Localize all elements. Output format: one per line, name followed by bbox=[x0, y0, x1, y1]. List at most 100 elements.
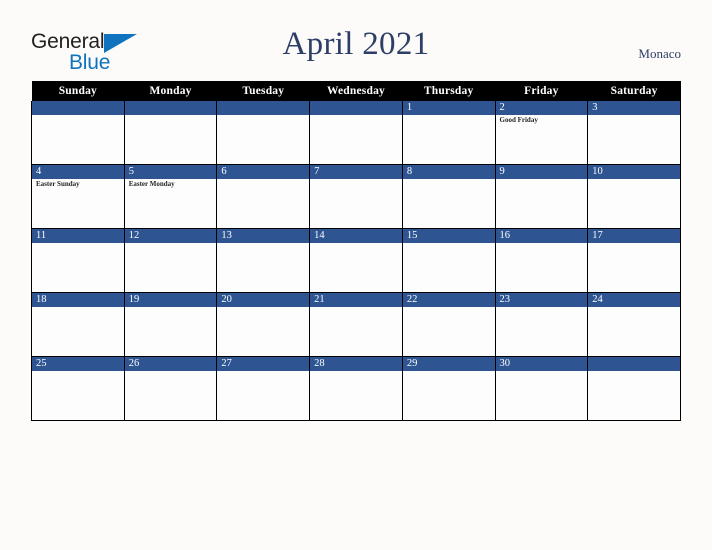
day-events bbox=[32, 115, 124, 116]
calendar-day-cell[interactable] bbox=[123, 101, 218, 165]
day-number: 8 bbox=[402, 165, 495, 179]
day-number: 14 bbox=[310, 229, 402, 243]
day-events bbox=[496, 371, 588, 372]
day-events bbox=[310, 243, 402, 244]
calendar-day-cell[interactable]: 15 bbox=[401, 228, 496, 293]
day-number: 12 bbox=[124, 229, 217, 243]
day-number: 1 bbox=[402, 101, 495, 115]
calendar-week-row: 1 2 Good Friday 3 bbox=[31, 101, 681, 165]
day-number: 28 bbox=[310, 357, 402, 371]
calendar-day-cell[interactable]: 27 bbox=[216, 356, 311, 421]
calendar-day-cell[interactable]: 23 bbox=[494, 292, 589, 357]
calendar-day-cell[interactable]: 11 bbox=[31, 228, 125, 293]
calendar-day-cell[interactable]: 21 bbox=[309, 292, 403, 357]
day-number: 30 bbox=[495, 357, 588, 371]
calendar-body: 1 2 Good Friday 3 4 Easter Sunday 5 Easter Mond… bbox=[31, 101, 681, 421]
calendar-day-cell[interactable]: 13 bbox=[216, 228, 311, 293]
day-number: 6 bbox=[217, 165, 310, 179]
day-number: 29 bbox=[402, 357, 495, 371]
calendar-day-cell[interactable]: 26 bbox=[123, 356, 218, 421]
calendar-day-cell[interactable] bbox=[216, 101, 311, 165]
calendar-day-cell[interactable]: 28 bbox=[309, 356, 403, 421]
calendar-day-cell[interactable]: 24 bbox=[587, 292, 681, 357]
day-number: 9 bbox=[495, 165, 588, 179]
calendar-week-row: 4 Easter Sunday 5 Easter Monday 6 7 8 9 10 bbox=[31, 164, 681, 229]
calendar-week-row: 11 12 13 14 15 16 17 bbox=[31, 228, 681, 293]
calendar-day-cell[interactable]: 17 bbox=[587, 228, 681, 293]
day-events bbox=[125, 115, 217, 116]
day-number: 19 bbox=[124, 293, 217, 307]
day-number: 13 bbox=[217, 229, 310, 243]
weekday-header-row: Sunday Monday Tuesday Wednesday Thursday… bbox=[31, 81, 681, 101]
calendar-day-cell[interactable]: 6 bbox=[216, 164, 311, 229]
day-number: 17 bbox=[588, 229, 680, 243]
day-number: 22 bbox=[402, 293, 495, 307]
day-events bbox=[310, 371, 402, 372]
calendar-day-cell[interactable]: 5 Easter Monday bbox=[123, 164, 218, 229]
day-number: 5 bbox=[124, 165, 217, 179]
day-events bbox=[403, 243, 495, 244]
calendar-grid: Sunday Monday Tuesday Wednesday Thursday… bbox=[31, 81, 681, 421]
calendar-day-cell[interactable] bbox=[309, 101, 403, 165]
calendar-day-cell[interactable] bbox=[31, 101, 125, 165]
day-number bbox=[124, 101, 217, 115]
weekday-header-sunday: Sunday bbox=[31, 81, 125, 101]
day-number: 25 bbox=[32, 357, 124, 371]
calendar-day-cell[interactable]: 12 bbox=[123, 228, 218, 293]
calendar-day-cell[interactable]: 18 bbox=[31, 292, 125, 357]
calendar-page: General Blue April 2021 Monaco Sunday Mo… bbox=[0, 0, 712, 550]
day-events bbox=[403, 115, 495, 116]
calendar-day-cell[interactable]: 4 Easter Sunday bbox=[31, 164, 125, 229]
calendar-day-cell[interactable]: 19 bbox=[123, 292, 218, 357]
calendar-day-cell[interactable]: 25 bbox=[31, 356, 125, 421]
calendar-day-cell[interactable]: 8 bbox=[401, 164, 496, 229]
day-events: Easter Monday bbox=[125, 179, 217, 189]
day-number: 2 bbox=[495, 101, 588, 115]
holiday-label: Good Friday bbox=[499, 116, 538, 124]
calendar-day-cell[interactable]: 14 bbox=[309, 228, 403, 293]
calendar-day-cell[interactable]: 22 bbox=[401, 292, 496, 357]
day-events bbox=[125, 371, 217, 372]
calendar-day-cell[interactable]: 10 bbox=[587, 164, 681, 229]
day-events bbox=[496, 307, 588, 308]
day-number: 7 bbox=[310, 165, 402, 179]
day-events bbox=[310, 115, 402, 116]
holiday-label: Easter Sunday bbox=[36, 180, 80, 188]
day-number: 3 bbox=[588, 101, 680, 115]
day-events bbox=[310, 179, 402, 180]
calendar-day-cell[interactable]: 7 bbox=[309, 164, 403, 229]
day-number: 21 bbox=[310, 293, 402, 307]
calendar-day-cell[interactable]: 16 bbox=[494, 228, 589, 293]
day-events bbox=[496, 243, 588, 244]
calendar-day-cell[interactable]: 30 bbox=[494, 356, 589, 421]
day-events bbox=[32, 371, 124, 372]
day-number: 10 bbox=[588, 165, 680, 179]
day-events bbox=[217, 115, 309, 116]
day-number: 23 bbox=[495, 293, 588, 307]
day-events bbox=[403, 371, 495, 372]
calendar-day-cell[interactable]: 9 bbox=[494, 164, 589, 229]
day-events bbox=[403, 179, 495, 180]
day-events bbox=[217, 243, 309, 244]
day-number bbox=[310, 101, 402, 115]
day-events bbox=[217, 307, 309, 308]
calendar-day-cell[interactable]: 29 bbox=[401, 356, 496, 421]
page-title: April 2021 bbox=[282, 26, 430, 62]
calendar-day-cell[interactable]: 2 Good Friday bbox=[494, 101, 589, 165]
day-number bbox=[32, 101, 124, 115]
calendar-day-cell[interactable]: 20 bbox=[216, 292, 311, 357]
calendar-day-cell[interactable]: 3 bbox=[587, 101, 681, 165]
calendar-day-cell[interactable]: 1 bbox=[401, 101, 496, 165]
day-events bbox=[588, 307, 680, 308]
calendar-day-cell[interactable] bbox=[587, 356, 681, 421]
day-events bbox=[125, 243, 217, 244]
weekday-header-wednesday: Wednesday bbox=[309, 81, 403, 101]
day-events bbox=[588, 115, 680, 116]
day-events bbox=[588, 371, 680, 372]
day-events bbox=[310, 307, 402, 308]
day-events bbox=[588, 243, 680, 244]
weekday-header-tuesday: Tuesday bbox=[216, 81, 310, 101]
calendar-week-row: 25 26 27 28 29 30 bbox=[31, 356, 681, 421]
day-events bbox=[217, 179, 309, 180]
day-number: 15 bbox=[402, 229, 495, 243]
